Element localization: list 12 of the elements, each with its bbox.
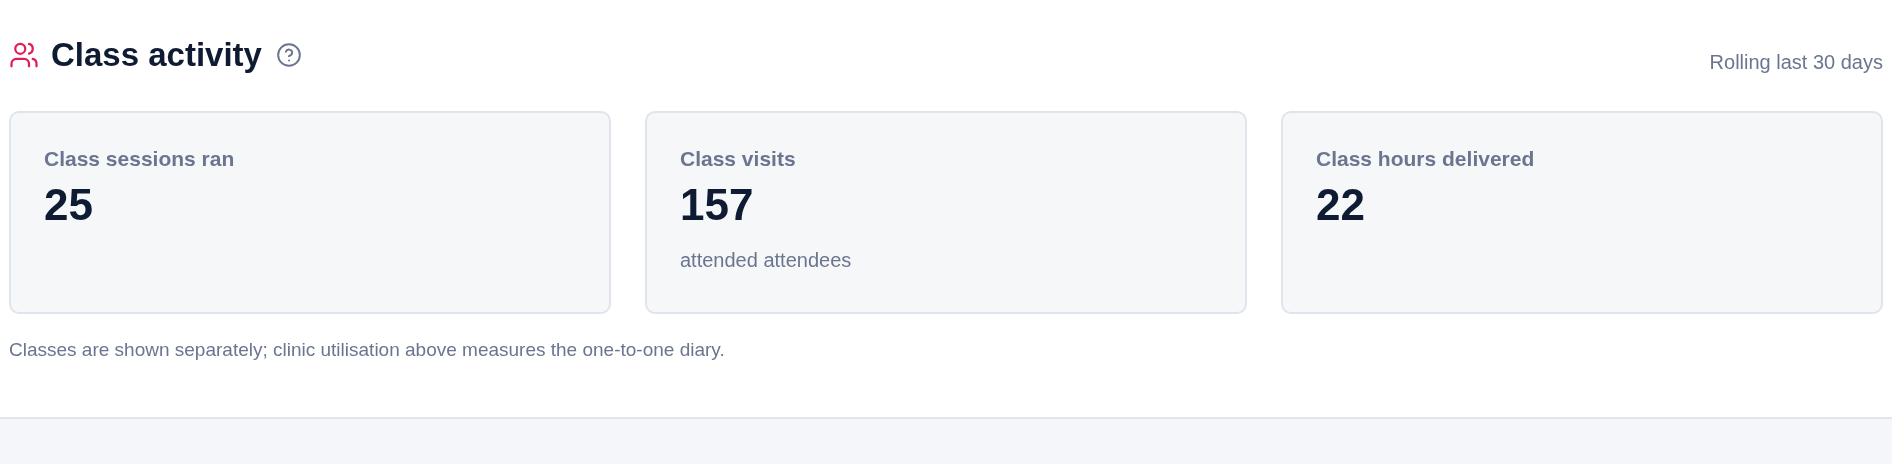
stat-value: 25 — [44, 180, 93, 229]
stat-label: Class sessions ran — [44, 146, 235, 172]
period-label: Rolling last 30 days — [1709, 50, 1883, 75]
stat-label: Class visits — [680, 146, 796, 172]
stat-caption: attended attendees — [680, 247, 852, 273]
stat-value: 22 — [1316, 180, 1365, 229]
stat-label: Class hours delivered — [1316, 146, 1535, 172]
help-icon[interactable] — [275, 42, 302, 68]
stat-value: 157 — [680, 180, 754, 229]
users-icon — [9, 40, 39, 70]
footnote: Classes are shown separately; clinic utilisation above measures the one-to-one diary. — [9, 338, 726, 362]
section-title: Class activity — [51, 35, 262, 76]
